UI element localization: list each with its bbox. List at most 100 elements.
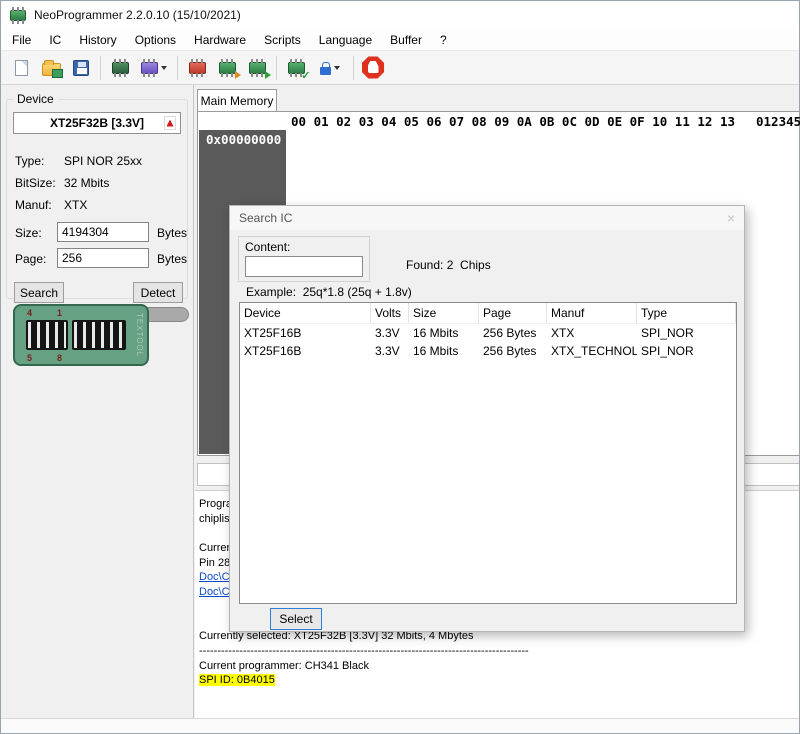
size-input[interactable] — [57, 222, 149, 242]
socket-brand-label: TEXTOOL — [135, 313, 144, 357]
cell-manuf: XTX_TECHNOL... — [547, 342, 637, 360]
select-button[interactable]: Select — [270, 608, 322, 630]
datasheet-pdf-icon[interactable] — [164, 116, 176, 130]
col-size-header[interactable]: Size — [409, 303, 479, 323]
chip-socket-graphic: 4 1 5 8 TEXTOOL — [6, 303, 191, 371]
menu-options[interactable]: Options — [126, 30, 185, 50]
menu-history[interactable]: History — [70, 30, 125, 50]
write-ic-button[interactable] — [242, 54, 272, 82]
lock-dropdown-arrow-icon[interactable] — [334, 66, 340, 70]
write-dropdown-arrow-icon[interactable] — [161, 66, 167, 70]
doc-link[interactable]: Doc\C — [199, 571, 230, 583]
socket-chip-block — [26, 320, 68, 350]
search-button[interactable]: Search — [14, 282, 64, 303]
spi-id-highlight: SPI ID: 0B4015 — [199, 674, 275, 686]
example-text: Example: 25q*1.8 (25q + 1.8v) — [246, 285, 412, 299]
green-arrow-icon — [265, 71, 271, 79]
search-ic-dialog: Search IC × Content: Found: 2 Chips Exam… — [229, 205, 745, 632]
tab-main-memory[interactable]: Main Memory — [197, 89, 277, 112]
detect-button[interactable]: Detect — [133, 282, 183, 303]
col-manuf-header[interactable]: Manuf — [547, 303, 637, 323]
cell-volts: 3.3V — [371, 324, 409, 342]
erase-chip-button[interactable] — [182, 54, 212, 82]
stop-sign-icon — [362, 56, 385, 79]
status-bar — [1, 718, 799, 733]
cell-size: 16 Mbits — [409, 342, 479, 360]
cell-device: XT25F16B — [240, 324, 371, 342]
log-line-spi-id: SPI ID: 0B4015 — [199, 673, 799, 688]
device-name-box[interactable]: XT25F32B [3.3V] — [13, 112, 181, 134]
table-row[interactable]: XT25F16B 3.3V 16 Mbits 256 Bytes XTX SPI… — [240, 324, 736, 342]
size-label: Size: — [15, 226, 42, 240]
cell-page: 256 Bytes — [479, 342, 547, 360]
hex-column-header: 00 01 02 03 04 05 06 07 08 09 0A 0B 0C 0… — [291, 114, 735, 129]
read-ic-button[interactable] — [212, 54, 242, 82]
write-chip-button[interactable] — [135, 54, 173, 82]
cell-type: SPI_NOR — [637, 324, 736, 342]
device-group-label: Device — [13, 92, 58, 106]
read-chip-button[interactable] — [105, 54, 135, 82]
cell-manuf: XTX — [547, 324, 637, 342]
menu-hardware[interactable]: Hardware — [185, 30, 255, 50]
col-volts-header[interactable]: Volts — [371, 303, 409, 323]
chip-results-table: Device Volts Size Page Manuf Type XT25F1… — [239, 302, 737, 604]
log-line-programmer: Current programmer: CH341 Black — [199, 659, 799, 674]
dialog-close-button[interactable]: × — [727, 210, 735, 226]
toolbar-separator — [100, 56, 101, 80]
content-search-input[interactable] — [245, 256, 363, 277]
stop-button[interactable] — [358, 54, 388, 82]
cell-type: SPI_NOR — [637, 342, 736, 360]
bitsize-label: BitSize: — [15, 176, 56, 190]
write-ic-icon — [249, 62, 266, 74]
col-device-header[interactable]: Device — [240, 303, 371, 323]
content-label: Content: — [245, 240, 290, 254]
cell-size: 16 Mbits — [409, 324, 479, 342]
open-folder-icon — [42, 63, 61, 76]
table-header-row: Device Volts Size Page Manuf Type — [240, 303, 736, 324]
bitsize-value: 32 Mbits — [64, 176, 109, 190]
cell-volts: 3.3V — [371, 342, 409, 360]
open-file-button[interactable] — [36, 54, 66, 82]
title-bar: NeoProgrammer 2.2.0.10 (15/10/2021) — [1, 1, 799, 29]
table-row[interactable]: XT25F16B 3.3V 16 Mbits 256 Bytes XTX_TEC… — [240, 342, 736, 360]
window-title: NeoProgrammer 2.2.0.10 (15/10/2021) — [34, 8, 241, 22]
cell-device: XT25F16B — [240, 342, 371, 360]
type-label: Type: — [15, 154, 44, 168]
page-input[interactable] — [57, 248, 149, 268]
orange-arrow-icon — [235, 71, 241, 79]
cell-page: 256 Bytes — [479, 324, 547, 342]
socket-contact-block — [72, 320, 126, 350]
menu-file[interactable]: File — [3, 30, 40, 50]
read-ic-icon — [219, 62, 236, 74]
toolbar: ✓ — [1, 51, 799, 85]
toolbar-separator — [276, 56, 277, 80]
page-label: Page: — [15, 252, 46, 266]
dialog-title-bar[interactable]: Search IC × — [230, 206, 744, 230]
pin-number-label: 5 — [27, 353, 32, 363]
device-name-text: XT25F32B [3.3V] — [50, 116, 144, 130]
lock-icon — [320, 67, 331, 75]
pin-number-label: 4 — [27, 308, 32, 318]
pin-number-label: 8 — [57, 353, 62, 363]
verify-chip-button[interactable]: ✓ — [281, 54, 311, 82]
toolbar-separator — [177, 56, 178, 80]
menu-scripts[interactable]: Scripts — [255, 30, 310, 50]
menu-help[interactable]: ? — [431, 30, 456, 50]
unprotect-chip-button[interactable] — [311, 54, 349, 82]
hex-address: 0x00000000 — [199, 130, 286, 147]
doc-link[interactable]: Doc\C — [199, 586, 230, 598]
menu-ic[interactable]: IC — [40, 30, 70, 50]
col-type-header[interactable]: Type — [637, 303, 736, 323]
new-file-button[interactable] — [6, 54, 36, 82]
col-page-header[interactable]: Page — [479, 303, 547, 323]
toolbar-separator — [353, 56, 354, 80]
menu-language[interactable]: Language — [310, 30, 381, 50]
app-chip-icon — [10, 10, 26, 21]
menu-buffer[interactable]: Buffer — [381, 30, 431, 50]
save-buffer-button[interactable] — [66, 54, 96, 82]
device-group-box: Device XT25F32B [3.3V] Type: SPI NOR 25x… — [6, 99, 188, 299]
read-chip-icon — [112, 62, 129, 74]
manuf-value: XTX — [64, 198, 87, 212]
type-value: SPI NOR 25xx — [64, 154, 142, 168]
dialog-title: Search IC — [239, 211, 292, 225]
